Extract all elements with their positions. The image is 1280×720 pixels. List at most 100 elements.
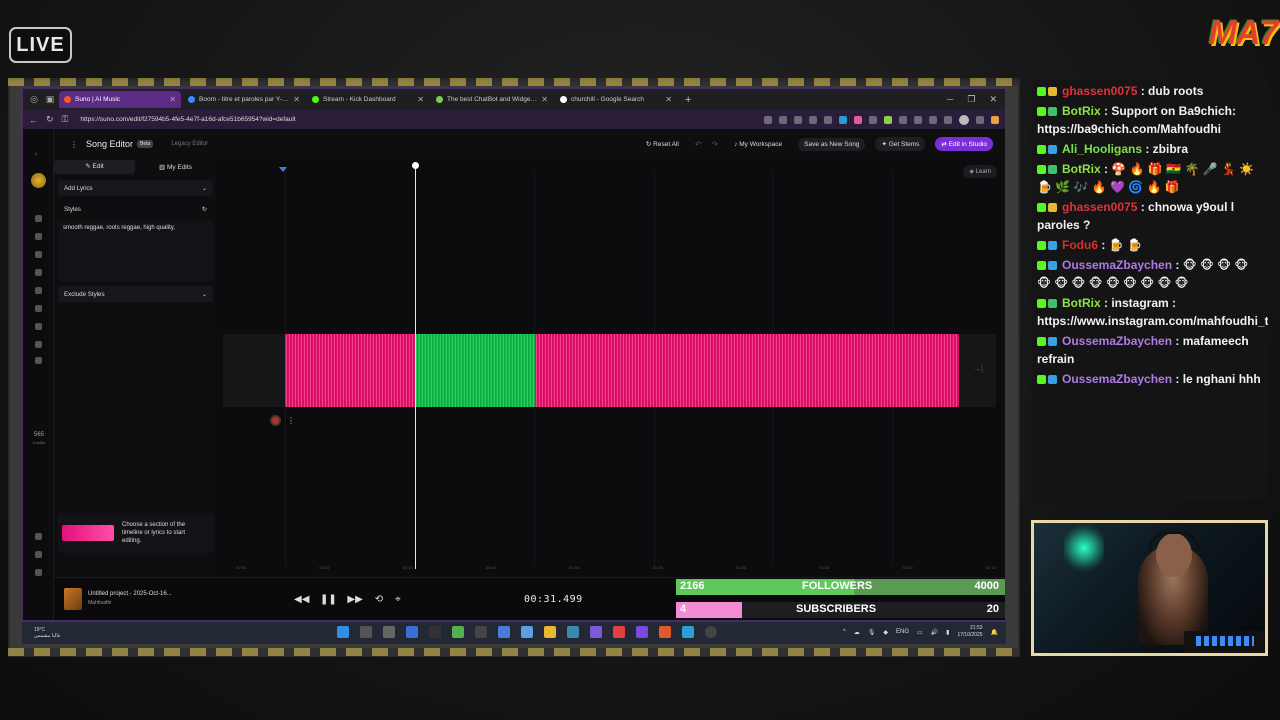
- cloud-icon[interactable]: ☁: [854, 629, 860, 636]
- learn-button[interactable]: ◈ Learn: [963, 165, 997, 178]
- edit-in-studio-button[interactable]: ⇄ Edit in Studio: [935, 137, 993, 151]
- read-aloud-icon[interactable]: [794, 115, 802, 124]
- credits-counter[interactable]: 565 Credits: [29, 431, 49, 447]
- chat-username[interactable]: ghassen0075: [1062, 84, 1137, 98]
- close-icon[interactable]: ✕: [169, 95, 176, 104]
- chat-username[interactable]: BotRix: [1062, 162, 1101, 176]
- extension-icon[interactable]: [854, 115, 862, 124]
- song-title[interactable]: Untitled project - 2025-Oct-16...: [88, 590, 172, 599]
- url-field[interactable]: https://suno.com/edit/f27594b5-4fe5-4e7f…: [80, 116, 295, 123]
- audio-track[interactable]: [285, 334, 959, 407]
- battery-icon[interactable]: ▮: [946, 629, 949, 636]
- favorites-icon[interactable]: [914, 115, 922, 124]
- track-menu-icon[interactable]: ⋮: [287, 416, 295, 425]
- app-icon[interactable]: [636, 626, 648, 638]
- expand-chevron-icon[interactable]: ›: [35, 151, 42, 158]
- copilot-icon[interactable]: [991, 115, 999, 124]
- timeline[interactable]: ◈ Learn →| ⋮ 00:00 00:15 00:30 00:45 01:…: [216, 159, 1005, 577]
- tab-actions-icon[interactable]: ▣: [43, 93, 57, 107]
- workspaces-icon[interactable]: ◎: [27, 93, 41, 107]
- chrome-icon[interactable]: [613, 626, 625, 638]
- extension-icon[interactable]: [869, 115, 877, 124]
- styles-input[interactable]: smooth reggae, roots reggae, high qualit…: [58, 221, 213, 281]
- home-icon[interactable]: [35, 215, 42, 222]
- minimize-icon[interactable]: ─: [947, 94, 953, 105]
- section-marker-icon[interactable]: [279, 167, 287, 172]
- radio-icon[interactable]: [35, 341, 42, 348]
- more-icon[interactable]: [976, 115, 984, 124]
- help-icon[interactable]: [35, 551, 42, 558]
- tab-my-edits[interactable]: ▥ My Edits: [135, 163, 216, 171]
- tab-suno[interactable]: Suno | AI Music ✕: [59, 91, 181, 108]
- widgets-icon[interactable]: [406, 626, 418, 638]
- shield-icon[interactable]: ◆: [883, 629, 888, 636]
- pause-icon[interactable]: ❚❚: [320, 592, 337, 606]
- explore-icon[interactable]: [35, 305, 42, 312]
- weather-widget[interactable]: 19°C غالبا مشمس: [34, 627, 61, 639]
- snap-icon[interactable]: ⌖: [395, 594, 401, 605]
- skip-back-icon[interactable]: ◀◀: [294, 594, 309, 605]
- settings-icon[interactable]: [35, 533, 42, 540]
- extension-icon[interactable]: [884, 115, 892, 124]
- collections-icon[interactable]: [944, 115, 952, 124]
- app-icon[interactable]: [475, 626, 487, 638]
- chat-username[interactable]: Fodu6: [1062, 238, 1098, 252]
- extend-icon[interactable]: →|: [973, 364, 983, 373]
- record-icon[interactable]: [270, 415, 281, 426]
- redo-icon[interactable]: ↷: [712, 140, 719, 149]
- network-icon[interactable]: ▭: [917, 629, 923, 636]
- chat-username[interactable]: Ali_Hooligans: [1062, 142, 1142, 156]
- legacy-editor-link[interactable]: Legacy Editor: [171, 141, 208, 147]
- get-stems-button[interactable]: ✦ Get Stems: [875, 137, 926, 151]
- language-indicator[interactable]: ENG: [896, 629, 909, 635]
- chat-username[interactable]: BotRix: [1062, 104, 1101, 118]
- close-icon[interactable]: ✕: [417, 95, 424, 104]
- workspace-button[interactable]: ♪ My Workspace: [728, 138, 788, 151]
- tracking-icon[interactable]: [764, 115, 772, 124]
- loop-icon[interactable]: ⟲: [375, 594, 383, 605]
- chat-username[interactable]: BotRix: [1062, 296, 1101, 310]
- obs-icon[interactable]: [429, 626, 441, 638]
- chat-username[interactable]: ghassen0075: [1062, 200, 1137, 214]
- chat-username[interactable]: OussemaZbaychen: [1062, 334, 1172, 348]
- song-cover[interactable]: [64, 588, 82, 610]
- library-icon[interactable]: [35, 269, 42, 276]
- search-icon[interactable]: [360, 626, 372, 638]
- reset-styles-icon[interactable]: ↻: [202, 206, 207, 213]
- app-icon[interactable]: [452, 626, 464, 638]
- user-avatar[interactable]: [31, 173, 46, 188]
- hooks-icon[interactable]: [35, 323, 42, 330]
- edge-icon[interactable]: [682, 626, 694, 638]
- task-view-icon[interactable]: [383, 626, 395, 638]
- windows-start-icon[interactable]: [337, 626, 349, 638]
- app-icon[interactable]: [590, 626, 602, 638]
- extension-icon[interactable]: [839, 115, 847, 124]
- tab-edit[interactable]: ✎ Edit: [54, 160, 135, 174]
- taskbar-clock[interactable]: 21:53 17/10/2025: [957, 625, 982, 639]
- create-icon[interactable]: [35, 233, 42, 240]
- favorite-star-icon[interactable]: [824, 115, 832, 124]
- notifications-icon[interactable]: [35, 357, 42, 364]
- save-new-song-button[interactable]: Save as New Song: [798, 137, 866, 151]
- more-menu-icon[interactable]: [35, 569, 42, 576]
- skip-forward-icon[interactable]: ▶▶: [347, 594, 362, 605]
- file-explorer-icon[interactable]: [544, 626, 556, 638]
- chat-username[interactable]: OussemaZbaychen: [1062, 372, 1172, 386]
- refresh-icon[interactable]: ↻: [46, 114, 54, 125]
- new-tab-icon[interactable]: +: [685, 94, 691, 106]
- exclude-styles-section[interactable]: Exclude Styles ⌄: [58, 286, 213, 302]
- reset-all-button[interactable]: ↻ Reset All: [640, 137, 685, 151]
- app-icon[interactable]: [521, 626, 533, 638]
- profile-avatar[interactable]: [959, 114, 969, 125]
- notifications-icon[interactable]: 🔔: [991, 629, 998, 636]
- waveform-segment[interactable]: [535, 334, 959, 407]
- download-icon[interactable]: [929, 115, 937, 124]
- chevron-up-icon[interactable]: ^: [843, 629, 846, 635]
- menu-dots-icon[interactable]: ⋮: [70, 140, 78, 149]
- playhead[interactable]: [415, 167, 416, 569]
- playhead-handle[interactable]: [412, 162, 419, 169]
- volume-icon[interactable]: 🔊: [931, 629, 938, 636]
- close-icon[interactable]: ✕: [541, 95, 548, 104]
- search-icon[interactable]: [35, 287, 42, 294]
- song-artist[interactable]: Mahfoudhi: [88, 599, 172, 608]
